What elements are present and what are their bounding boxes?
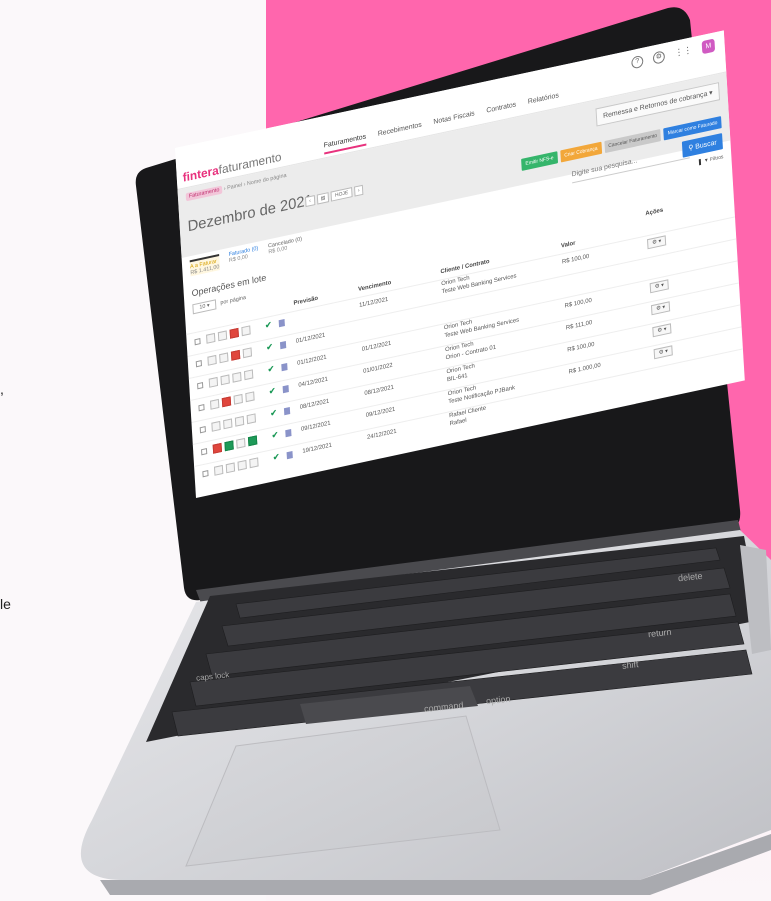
check-icon: ✔: [267, 363, 275, 375]
row-vencimento: 08/12/2021: [364, 384, 395, 398]
nav-relatorios[interactable]: Relatórios: [528, 92, 560, 111]
row-checkbox[interactable]: [201, 448, 208, 456]
row-status-icon[interactable]: [224, 440, 234, 452]
row-valor: R$ 111,00: [565, 319, 593, 332]
row-status-icon[interactable]: [242, 347, 253, 359]
gear-icon[interactable]: ⚙: [652, 49, 666, 65]
document-icon[interactable]: [281, 363, 288, 372]
document-icon[interactable]: [279, 341, 287, 350]
check-icon: ✔: [270, 407, 278, 419]
row-cliente[interactable]: Orion Tech BIL-641: [446, 362, 475, 384]
tab-faturado[interactable]: Faturado (0) R$ 0,00: [228, 246, 259, 268]
row-status-icon[interactable]: [241, 325, 251, 337]
row-valor: R$ 1.000,00: [568, 362, 601, 376]
tab-cancelado[interactable]: Cancelado (0) R$ 0,00: [268, 236, 303, 259]
document-icon[interactable]: [278, 319, 285, 328]
row-status-icon[interactable]: [236, 437, 246, 449]
row-status-icon[interactable]: [220, 374, 230, 386]
row-valor: R$ 100,00: [567, 341, 595, 354]
row-checkbox[interactable]: [194, 338, 201, 346]
avatar[interactable]: M: [701, 38, 716, 55]
row-status-icon[interactable]: [247, 435, 258, 447]
row-previsao: 01/12/2021: [295, 332, 326, 345]
row-actions-dropdown[interactable]: ⚙ ▾: [649, 279, 670, 294]
row-status-icon[interactable]: [208, 376, 219, 388]
row-valor: R$ 100,00: [564, 297, 593, 310]
row-status-icon[interactable]: [230, 349, 241, 361]
row-checkbox[interactable]: [202, 470, 209, 478]
row-vencimento: 09/12/2021: [365, 406, 396, 420]
tab-a-faturar[interactable]: A a Faturar R$ 1.411,00: [189, 254, 220, 277]
row-previsao: 09/12/2021: [300, 420, 331, 433]
row-checkbox[interactable]: [195, 360, 202, 368]
row-status-icon[interactable]: [243, 369, 254, 381]
row-status-icon[interactable]: [210, 398, 220, 410]
header-acoes: Ações: [645, 207, 664, 218]
row-vencimento: 24/12/2021: [366, 428, 397, 442]
row-status-icon[interactable]: [233, 393, 243, 405]
row-checkbox[interactable]: [197, 382, 204, 390]
row-status-icon[interactable]: [245, 391, 255, 403]
help-icon[interactable]: ?: [631, 54, 644, 69]
row-vencimento: 01/12/2021: [361, 340, 392, 354]
row-status-icon[interactable]: [211, 420, 221, 432]
row-status-icon[interactable]: [225, 462, 236, 474]
document-icon[interactable]: [283, 407, 291, 416]
row-vencimento: 01/01/2022: [362, 362, 393, 376]
row-actions-dropdown[interactable]: ⚙ ▾: [647, 235, 667, 250]
row-status-icon[interactable]: [246, 413, 256, 425]
row-previsao: 04/12/2021: [298, 376, 329, 389]
row-actions-dropdown[interactable]: ⚙ ▾: [653, 345, 674, 360]
row-previsao: 08/12/2021: [299, 398, 330, 411]
row-status-icon[interactable]: [219, 352, 229, 364]
filters-toggle[interactable]: ▼ Filtros: [698, 154, 724, 166]
row-status-icon[interactable]: [206, 332, 216, 344]
row-status-icon[interactable]: [234, 415, 245, 427]
header-previsao[interactable]: Previsão: [293, 296, 318, 307]
row-checkbox[interactable]: [199, 426, 206, 434]
check-icon: ✔: [266, 341, 274, 353]
row-status-icon[interactable]: [212, 442, 223, 454]
prev-month-button[interactable]: ‹: [305, 195, 316, 208]
header-valor[interactable]: Valor: [561, 240, 576, 249]
row-checkbox[interactable]: [198, 404, 205, 412]
row-status-icon[interactable]: [237, 459, 247, 471]
document-icon[interactable]: [286, 451, 293, 460]
key-shift-label: shift: [621, 659, 639, 671]
row-status-icon[interactable]: [217, 330, 228, 342]
row-status-icon[interactable]: [213, 464, 224, 476]
nav-contratos[interactable]: Contratos: [486, 101, 516, 119]
row-actions-dropdown[interactable]: ⚙ ▾: [652, 323, 672, 338]
check-icon: ✔: [268, 385, 276, 397]
batch-ops-title: Operações em lote: [191, 272, 267, 299]
row-status-icon[interactable]: [207, 354, 217, 366]
row-status-icon[interactable]: [249, 457, 259, 469]
next-month-button[interactable]: ›: [353, 184, 364, 197]
document-icon[interactable]: [285, 429, 292, 438]
document-icon[interactable]: [282, 385, 289, 394]
row-previsao: 01/12/2021: [296, 354, 327, 367]
row-status-icon[interactable]: [232, 371, 242, 383]
check-icon: ✔: [272, 451, 280, 463]
row-previsao: 19/12/2021: [302, 442, 333, 455]
per-page-select[interactable]: 10 ▾: [192, 299, 217, 315]
row-actions-dropdown[interactable]: ⚙ ▾: [650, 301, 671, 316]
row-vencimento: 11/12/2021: [359, 296, 389, 310]
row-status-icon[interactable]: [229, 327, 239, 339]
row-status-icon[interactable]: [221, 396, 232, 408]
check-icon: ✔: [264, 319, 272, 331]
check-icon: ✔: [271, 429, 279, 441]
row-valor: R$ 100,00: [561, 253, 590, 266]
row-status-icon[interactable]: [223, 418, 233, 430]
apps-grid-icon[interactable]: ⋮⋮: [674, 44, 692, 59]
